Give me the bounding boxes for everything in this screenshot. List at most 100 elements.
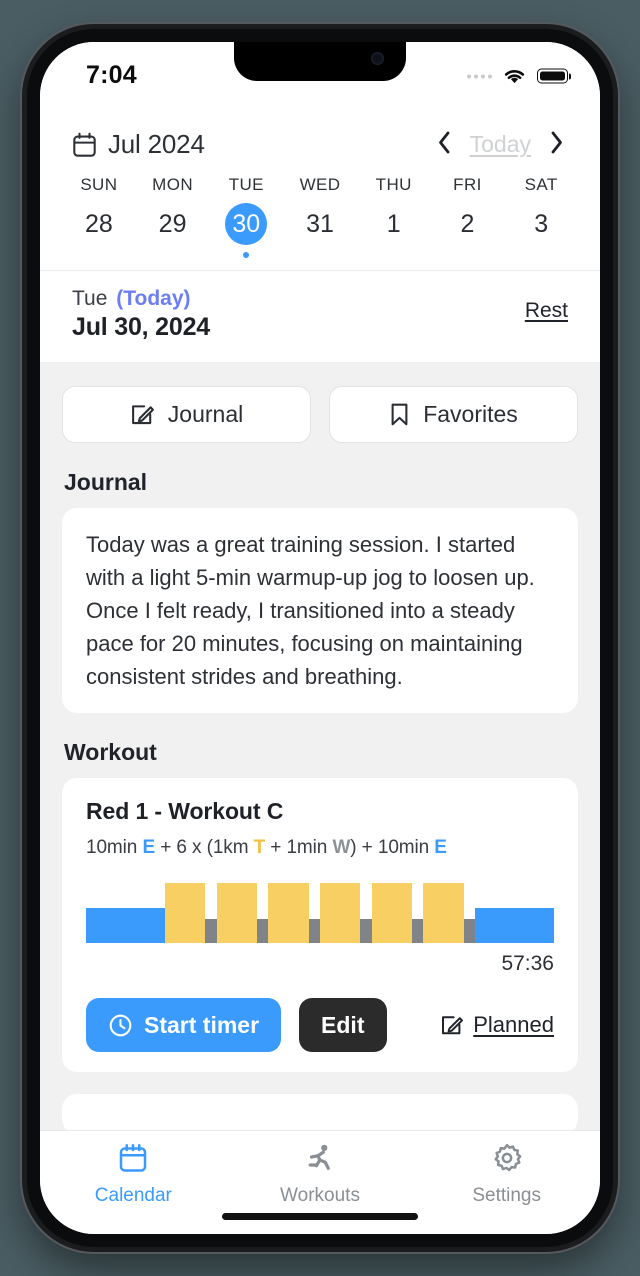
tab-calendar[interactable]: Calendar: [40, 1143, 227, 1234]
tab-label: Workouts: [280, 1185, 360, 1206]
day-event-dot: [170, 252, 176, 258]
formula-text: 10min: [86, 837, 143, 858]
day-number: 30: [225, 203, 268, 245]
month-header: Jul 2024 Today: [40, 104, 600, 175]
workout-profile-chart: 57:36: [86, 883, 554, 976]
weekday-label: Tue: [72, 287, 108, 310]
start-timer-button[interactable]: Start timer: [86, 998, 282, 1052]
chart-segment-e: [86, 883, 165, 943]
today-badge: (Today): [116, 287, 191, 310]
clock-icon: [109, 1014, 132, 1036]
week-day-tue[interactable]: TUE 30: [209, 175, 283, 258]
formula-text: ) + 10min: [350, 837, 435, 858]
status-clock: 7:04: [86, 60, 137, 89]
journal-section-title: Journal: [64, 469, 148, 495]
workout-card-actions: Start timer Edit Planned: [86, 998, 554, 1052]
day-of-week-label: FRI: [453, 175, 482, 194]
journal-tab-button[interactable]: Journal: [62, 386, 311, 443]
wifi-icon: [504, 70, 525, 84]
gear-icon: [492, 1143, 522, 1178]
day-event-dot: [243, 252, 250, 258]
status-indicators: [467, 67, 568, 86]
selected-weekday: Tue (Today): [72, 287, 210, 311]
next-card-peek[interactable]: [62, 1094, 578, 1130]
zone-token-t: T: [253, 837, 266, 858]
chart-segment-t: [164, 883, 206, 943]
chart-segment-e: [475, 883, 554, 943]
month-title[interactable]: Jul 2024: [72, 129, 205, 160]
journal-tab-label: Journal: [167, 401, 244, 427]
chart-segment-w: [360, 883, 372, 943]
workout-name: Red 1 - Workout C: [86, 798, 284, 824]
calendar-icon: [118, 1143, 148, 1178]
day-event-dot: [464, 252, 470, 258]
calendar-icon: [73, 132, 96, 157]
workout-section-title: Workout: [64, 739, 157, 765]
day-of-week-label: SAT: [524, 175, 558, 194]
day-number: 1: [386, 209, 401, 238]
selected-full-date: Jul 30, 2024: [72, 313, 210, 341]
content-scroll-area[interactable]: Journal Favorites Journal Today was a gr…: [40, 362, 600, 1130]
chart-segment-t: [268, 883, 309, 943]
week-day-wed[interactable]: WED 31: [283, 175, 357, 258]
home-indicator[interactable]: [222, 1213, 418, 1220]
week-strip: SUN 28 MON 29 TUE 30 WED 31 THU 1 FRI 2 SAT 3: [40, 175, 600, 271]
week-day-thu[interactable]: THU 1: [357, 175, 431, 258]
day-event-dot: [391, 252, 397, 258]
chart-bars: [86, 883, 554, 943]
next-week-button[interactable]: [545, 128, 568, 161]
day-number: 2: [460, 209, 475, 238]
tab-workouts[interactable]: Workouts: [227, 1143, 414, 1234]
formula-text: + 6 x (1km: [155, 837, 254, 858]
day-of-week-label: THU: [375, 175, 412, 194]
phone-screen: 7:04 Jul 2024 Today SUN 28 MON 29 TUE 30…: [40, 42, 600, 1234]
week-day-fri[interactable]: FRI 2: [431, 175, 505, 258]
front-camera-icon: [371, 52, 384, 65]
day-of-week-label: MON: [152, 175, 194, 194]
zone-token-e: E: [434, 837, 447, 858]
day-event-dot: [96, 252, 102, 258]
week-day-mon[interactable]: MON 29: [136, 175, 210, 258]
week-day-sun[interactable]: SUN 28: [62, 175, 136, 258]
prev-week-button[interactable]: [433, 128, 456, 161]
chart-segment-w: [463, 883, 476, 943]
chart-segment-t: [319, 883, 361, 943]
day-number: 28: [84, 209, 113, 238]
start-timer-label: Start timer: [144, 1011, 260, 1038]
month-nav: Today: [433, 128, 568, 161]
workout-duration: 57:36: [501, 952, 554, 975]
today-button[interactable]: Today: [470, 131, 531, 158]
notch: [234, 42, 406, 81]
zone-token-w: W: [332, 837, 351, 858]
favorites-tab-button[interactable]: Favorites: [329, 386, 578, 443]
day-of-week-label: SUN: [80, 175, 118, 194]
cellular-dots-icon: [467, 74, 492, 78]
day-of-week-label: WED: [299, 175, 341, 194]
planned-label: Planned: [473, 1012, 554, 1037]
chart-segment-w: [205, 883, 217, 943]
tab-label: Calendar: [94, 1185, 172, 1206]
battery-full-icon: [537, 68, 568, 84]
workout-formula: 10min E + 6 x (1km T + 1min W) + 10min E: [86, 837, 554, 859]
month-label: Jul 2024: [108, 129, 205, 159]
bookmark-icon: [391, 403, 408, 426]
pencil-square-icon: [131, 405, 154, 425]
day-of-week-label: TUE: [228, 175, 264, 194]
formula-text: + 1min: [265, 837, 333, 858]
day-number: 3: [534, 209, 549, 238]
tab-settings[interactable]: Settings: [413, 1143, 600, 1234]
chart-segment-w: [412, 883, 424, 943]
day-number: 31: [306, 209, 334, 238]
chart-segment-w: [308, 883, 320, 943]
planned-status-button[interactable]: Planned: [440, 1012, 554, 1038]
chart-segment-t: [423, 883, 464, 943]
journal-card[interactable]: Today was a great training session. I st…: [62, 508, 578, 713]
chart-segment-t: [216, 883, 257, 943]
workout-card[interactable]: Red 1 - Workout C 10min E + 6 x (1km T +…: [62, 778, 578, 1072]
segmented-control: Journal Favorites: [62, 386, 578, 443]
rest-button[interactable]: Rest: [525, 299, 568, 323]
day-event-dot: [538, 252, 544, 258]
chart-segment-t: [371, 883, 412, 943]
edit-workout-button[interactable]: Edit: [299, 998, 387, 1052]
week-day-sat[interactable]: SAT 3: [504, 175, 578, 258]
